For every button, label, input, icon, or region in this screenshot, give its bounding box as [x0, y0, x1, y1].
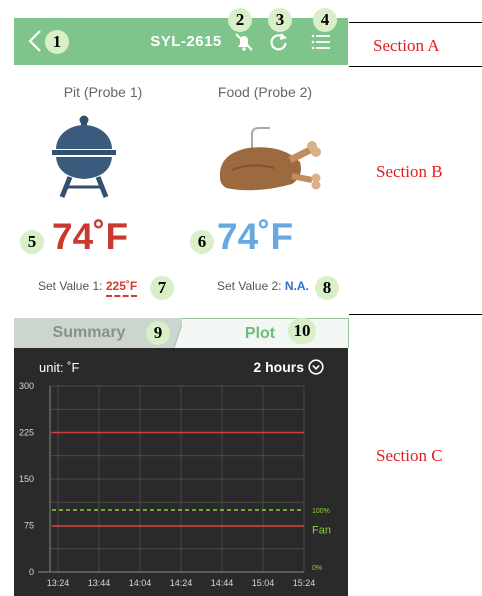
x-tick-label-1: 13:44 [88, 578, 111, 588]
x-tick-label-6: 15:24 [293, 578, 316, 588]
bell-muted-icon[interactable] [232, 30, 256, 54]
line-chart: 0 75 150 225 300 13:24 13:44 14:04 14:24 14:44 15:… [19, 381, 331, 588]
turkey-probe-icon [219, 127, 321, 191]
section-a-bottom-rule [349, 66, 482, 67]
pit-temperature: 74˚F [52, 216, 129, 257]
section-b-label: Section B [376, 162, 443, 181]
grill-icon [52, 115, 116, 198]
x-tick-label-5: 15:04 [252, 578, 275, 588]
section-c-top-rule [349, 314, 482, 315]
x-tick-label-0: 13:24 [47, 578, 70, 588]
set-value-1-value[interactable]: 225˚F [105, 279, 138, 297]
pit-probe-title: Pit (Probe 1) [63, 84, 143, 100]
fan-axis-label: Fan [312, 525, 331, 537]
set-value-2[interactable]: Set Value 2: N.A. [217, 279, 309, 293]
marker-1: 1 [45, 30, 69, 54]
y-tick-label-2: 150 [19, 474, 34, 484]
y-tick-label-0: 0 [29, 567, 34, 577]
section-a-top-rule [349, 22, 482, 23]
y-tick-label-3: 225 [19, 428, 34, 438]
x-tick-label-2: 14:04 [129, 578, 152, 588]
set-value-2-label: Set Value 2: [217, 279, 282, 293]
temperature-plot: unit: ˚F 2 hours 0 75 150 225 300 13:24 13:44 1… [14, 348, 348, 596]
fan-axis-tick-bottom: 0% [312, 565, 322, 572]
set-value-1[interactable]: Set Value 1: 225˚F [38, 279, 138, 297]
food-probe-title: Food (Probe 2) [217, 84, 313, 100]
fan-axis-tick-top: 100% [312, 508, 330, 515]
marker-10: 10 [288, 318, 316, 344]
marker-8: 8 [315, 276, 339, 300]
y-tick-label-1: 75 [24, 521, 34, 531]
tab-plot-label: Plot [244, 325, 276, 342]
tab-plot[interactable]: Plot [182, 318, 349, 348]
set-value-1-label: Set Value 1: [38, 279, 103, 293]
marker-4: 4 [313, 8, 337, 32]
menu-icon[interactable] [309, 30, 333, 54]
x-tick-label-3: 14:24 [170, 578, 193, 588]
marker-9: 9 [146, 321, 170, 345]
tab-summary-label: Summary [52, 324, 126, 341]
set-value-2-value[interactable]: N.A. [285, 279, 309, 293]
marker-2: 2 [228, 8, 252, 32]
food-temperature: 74˚F [217, 216, 294, 257]
refresh-icon[interactable] [266, 30, 290, 54]
marker-7: 7 [150, 276, 174, 300]
marker-5: 5 [20, 230, 44, 254]
section-c-label: Section C [376, 446, 443, 465]
marker-3: 3 [268, 8, 292, 32]
y-tick-label-4: 300 [19, 381, 34, 391]
marker-6: 6 [190, 230, 214, 254]
x-tick-label-4: 14:44 [211, 578, 234, 588]
section-a-label: Section A [373, 36, 440, 55]
